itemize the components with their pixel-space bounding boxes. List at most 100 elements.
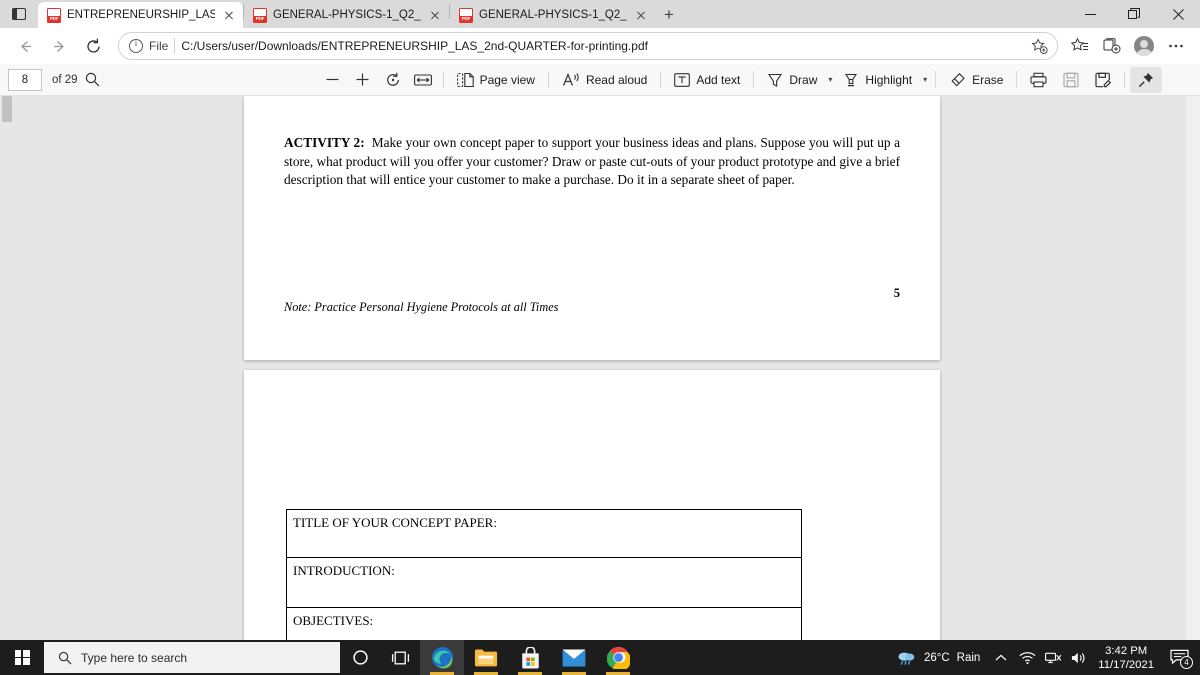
toolbar-divider [660,71,662,88]
taskbar-app-mail[interactable] [552,640,596,675]
forward-arrow-icon [53,40,64,52]
edge-icon [431,646,453,669]
erase-button[interactable]: Erase [941,67,1011,93]
table-row: TITLE OF YOUR CONCEPT PAPER: [286,509,802,558]
task-view-button[interactable] [380,640,420,675]
draw-chevron-down-icon[interactable]: ▾ [825,75,835,84]
site-info-icon[interactable] [129,38,143,53]
toolbar-divider [935,71,937,88]
scrollbar-thumb[interactable] [2,96,12,122]
back-button[interactable] [8,31,42,61]
rotate-button[interactable] [378,67,408,93]
zoom-out-button[interactable] [318,67,348,93]
minimize-button[interactable] [1068,0,1112,28]
pin-button[interactable] [1130,66,1163,93]
page-view-button[interactable]: Page view [449,67,543,93]
address-input-container[interactable]: File C:/Users/user/Downloads/ENTREPRENEU… [118,32,1058,60]
maximize-button[interactable] [1112,0,1156,28]
taskbar-clock[interactable]: 3:42 PM 11/17/2021 [1092,644,1162,672]
browser-tab-0[interactable]: ENTREPRENEURSHIP_LAS_2nd-Q [38,2,243,28]
read-aloud-button[interactable]: Read aloud [554,67,655,93]
collections-icon [1103,38,1121,54]
taskbar: Type here to search 26°C Rain 3:42 PM 11… [0,640,1200,675]
pdf-icon [253,7,267,23]
collections-button[interactable] [1096,31,1128,61]
highlight-button[interactable]: Highlight [835,67,920,93]
wifi-button[interactable] [1014,640,1040,675]
favorites-button[interactable] [1064,31,1096,61]
activity-label: ACTIVITY 2: [284,135,365,150]
refresh-button[interactable] [76,31,110,61]
settings-more-button[interactable] [1160,31,1192,61]
browser-tab-2[interactable]: GENERAL-PHYSICS-1_Q2_LAS.pdf [450,2,655,28]
pdf-viewer[interactable]: ACTIVITY 2: Make your own concept paper … [0,96,1200,675]
notification-count-badge: 4 [1180,656,1193,669]
read-aloud-icon [562,72,579,86]
activity-body: Make your own concept paper to support y… [284,135,901,188]
close-icon[interactable] [633,7,649,23]
forward-button[interactable] [42,31,76,61]
toolbar-divider [442,71,444,88]
close-icon [1172,8,1184,20]
pdf-page-2: TITLE OF YOUR CONCEPT PAPER: INTRODUCTIO… [244,370,940,675]
search-icon [85,72,100,87]
weather-temperature: 26°C [923,651,950,664]
document-page-number: 5 [893,286,900,300]
zoom-in-button[interactable] [348,67,378,93]
task-view-icon [391,651,409,664]
close-button[interactable] [1156,0,1200,28]
new-tab-button[interactable]: + [655,2,683,28]
network-button[interactable] [1040,640,1066,675]
chrome-icon [606,646,630,669]
save-as-button[interactable] [1087,67,1119,93]
system-tray: 26°C Rain 3:42 PM 11/17/2021 4 [889,640,1200,675]
taskbar-app-microsoft-store[interactable] [508,640,552,675]
notifications-button[interactable]: 4 [1162,640,1196,675]
page-number-input[interactable]: 8 [8,68,42,91]
save-icon [1063,72,1080,87]
taskbar-app-file-explorer[interactable] [464,640,508,675]
taskbar-app-chrome[interactable] [596,640,640,675]
tab-title: ENTREPRENEURSHIP_LAS_2nd-Q [67,9,215,21]
fit-to-page-button[interactable] [408,67,438,93]
avatar [1134,36,1154,56]
vertical-scrollbar[interactable] [1186,96,1200,675]
minimize-icon [1084,13,1096,15]
pdf-page-1: ACTIVITY 2: Make your own concept paper … [244,96,940,360]
address-input[interactable]: C:/Users/user/Downloads/ENTREPRENEURSHIP… [181,39,648,53]
highlight-chevron-down-icon[interactable]: ▾ [920,75,930,84]
erase-label: Erase [972,72,1004,87]
add-text-button[interactable]: Add text [666,67,748,93]
draw-button[interactable]: Draw [759,67,825,93]
start-button[interactable] [0,640,44,675]
cortana-button[interactable] [340,640,380,675]
close-icon[interactable] [427,7,443,23]
show-hidden-icons-button[interactable] [988,640,1014,675]
save-button[interactable] [1055,67,1087,93]
add-favorite-button[interactable] [1027,34,1051,58]
windows-start-icon [14,650,30,665]
taskbar-app-edge[interactable] [420,640,464,675]
add-text-icon [674,72,691,87]
volume-button[interactable] [1066,640,1092,675]
address-bar: File C:/Users/user/Downloads/ENTREPRENEU… [0,28,1200,64]
browser-window: ENTREPRENEURSHIP_LAS_2nd-Q GENERAL-PHYSI… [0,0,1200,675]
rotate-icon [386,72,399,86]
browser-tab-1[interactable]: GENERAL-PHYSICS-1_Q2_LAS.pdf [244,2,449,28]
table-cell-title: TITLE OF YOUR CONCEPT PAPER: [286,509,802,558]
pin-icon [1139,72,1154,87]
rain-cloud-icon [898,652,915,665]
chevron-up-icon [995,654,1007,660]
close-icon[interactable] [221,7,237,23]
weather-widget[interactable]: 26°C Rain [889,650,988,666]
omnibox-divider [174,38,176,54]
highlight-label: Highlight [865,72,913,87]
profile-button[interactable] [1128,31,1160,61]
print-button[interactable] [1022,67,1055,93]
search-button[interactable] [78,67,108,93]
taskbar-search[interactable]: Type here to search [44,642,340,673]
tab-actions-button[interactable] [0,0,38,28]
window-controls [1068,0,1200,28]
microsoft-store-icon [521,646,539,669]
pdf-toolbar: 8 of 29 Page view Read aloud Add text Dr… [0,64,1200,139]
